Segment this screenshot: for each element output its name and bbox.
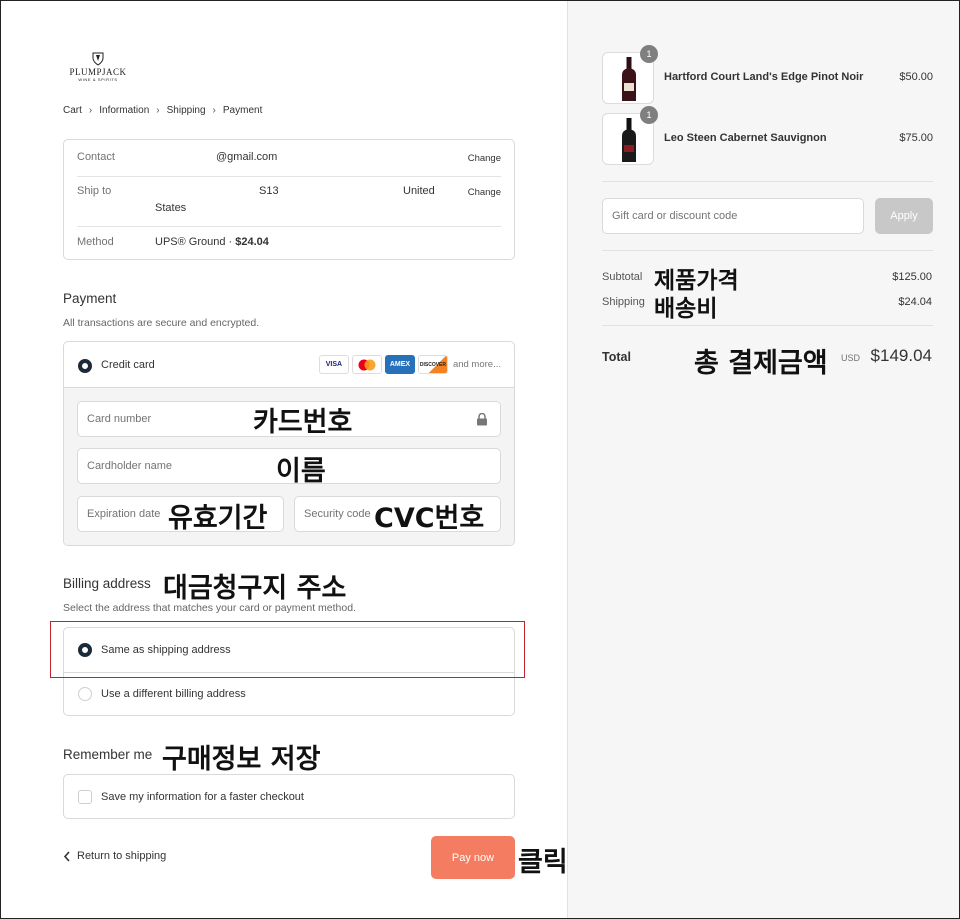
screenshot-border [0, 0, 960, 919]
